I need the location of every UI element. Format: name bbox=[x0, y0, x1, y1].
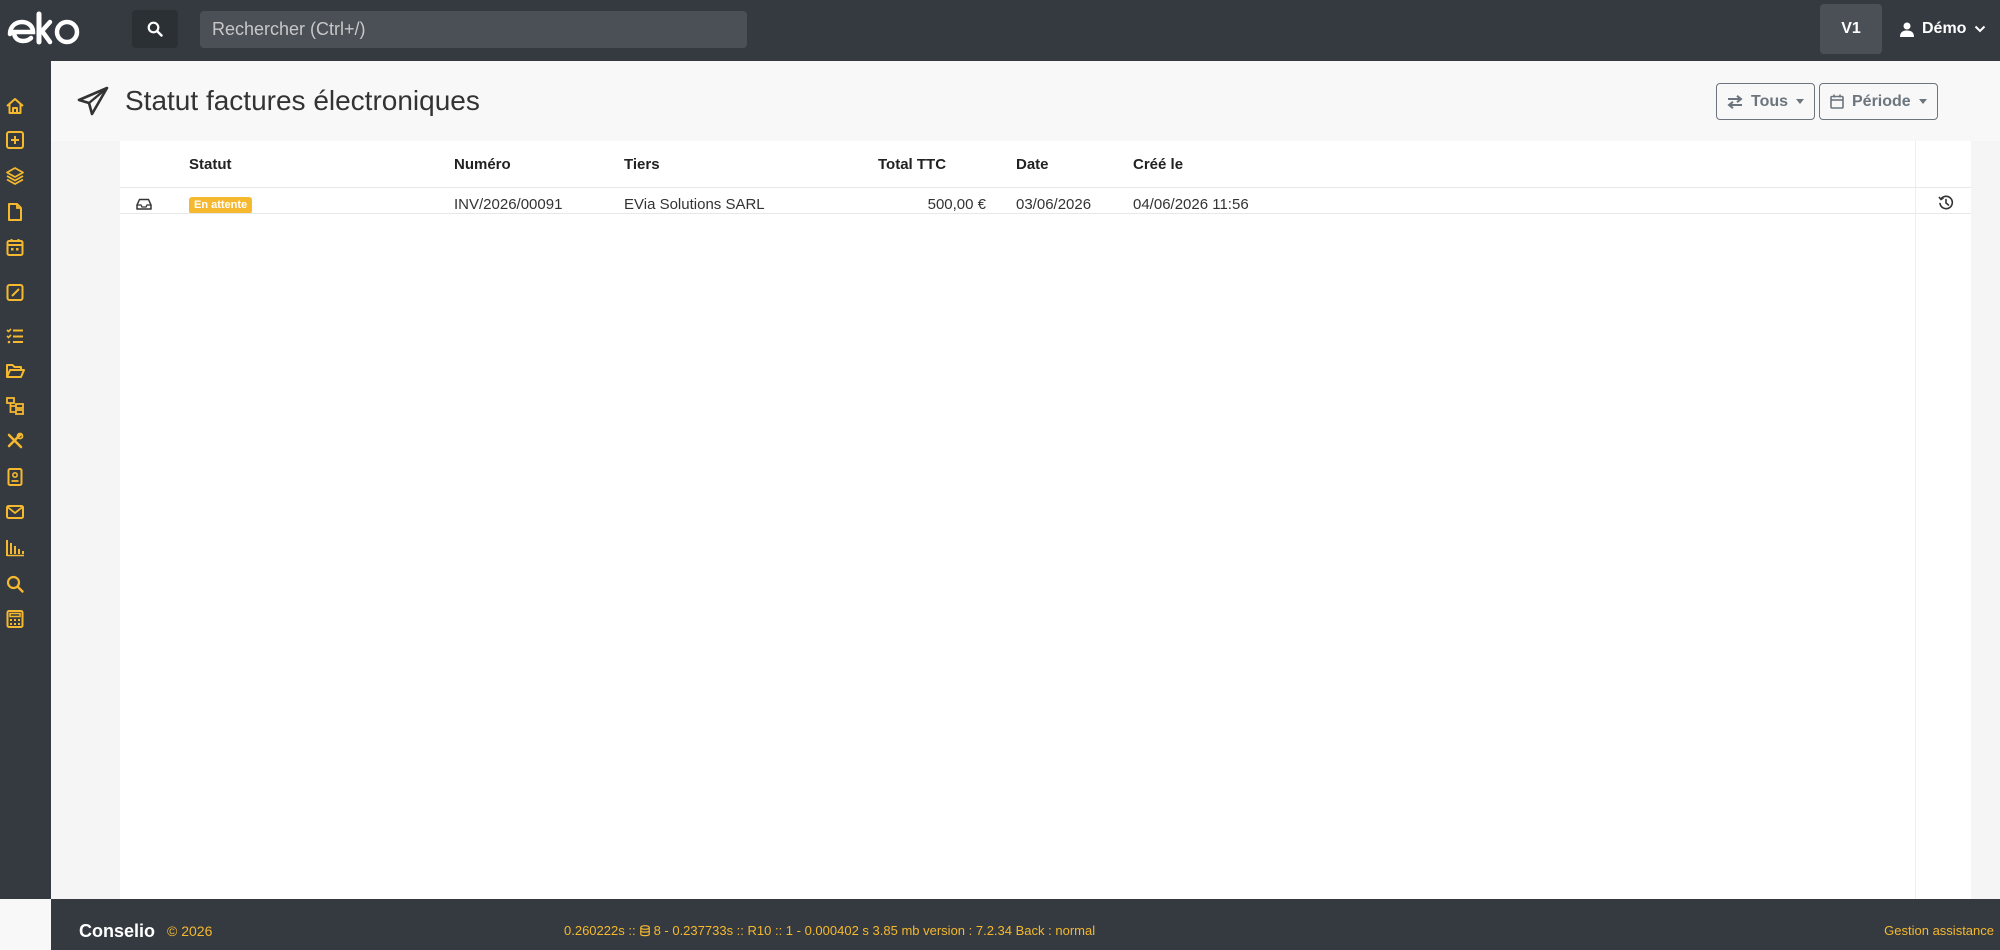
table-actions-column bbox=[1915, 141, 1971, 899]
sitemap-icon[interactable] bbox=[4, 395, 26, 417]
page-title: Statut factures électroniques bbox=[125, 85, 480, 116]
layers-icon[interactable] bbox=[4, 165, 26, 187]
debug-timing: 0.260222s :: bbox=[564, 923, 636, 938]
sidebar bbox=[0, 61, 51, 899]
column-header-number[interactable]: Numéro bbox=[454, 156, 511, 173]
cell-date: 03/06/2026 bbox=[1016, 196, 1092, 213]
calendar-icon[interactable] bbox=[4, 236, 26, 258]
top-bar: V1 Démo bbox=[0, 0, 2000, 61]
status-badge: En attente bbox=[189, 197, 253, 214]
footer-debug-info: 0.260222s :: 8 - 0.237733s :: R10 :: 1 -… bbox=[564, 923, 1095, 938]
support-link[interactable]: Gestion assistance bbox=[1884, 923, 1994, 938]
footer-copyright: © 2026 bbox=[167, 923, 213, 939]
calculator-icon[interactable] bbox=[4, 608, 26, 630]
search-button[interactable] bbox=[132, 10, 178, 48]
list-check-icon[interactable] bbox=[4, 325, 26, 347]
period-dropdown-button[interactable]: Période bbox=[1819, 83, 1938, 120]
cell-number: INV/2026/00091 bbox=[454, 196, 563, 213]
version-button[interactable]: V1 bbox=[1820, 4, 1882, 54]
column-header-third-party[interactable]: Tiers bbox=[624, 156, 660, 173]
calendar-icon bbox=[1830, 94, 1844, 109]
filter-dropdown-button[interactable]: Tous bbox=[1716, 83, 1816, 120]
search-icon[interactable] bbox=[4, 573, 26, 595]
table-row-divider bbox=[120, 213, 1971, 214]
page-header: Statut factures électroniques Tous Pério… bbox=[51, 61, 2000, 141]
period-label: Période bbox=[1852, 92, 1911, 110]
cell-third-party: EVia Solutions SARL bbox=[624, 196, 765, 213]
history-icon[interactable] bbox=[1938, 195, 1954, 211]
footer-brand[interactable]: Conselio bbox=[79, 921, 155, 942]
home-icon[interactable] bbox=[4, 95, 26, 117]
user-name: Démo bbox=[1922, 20, 1967, 37]
paper-plane-icon bbox=[77, 86, 109, 116]
column-header-total[interactable]: Total TTC bbox=[878, 156, 946, 173]
user-icon bbox=[1900, 22, 1914, 37]
debug-stats: 8 - 0.237733s :: R10 :: 1 - 0.000402 s 3… bbox=[653, 923, 1096, 938]
cell-created: 04/06/2026 11:56 bbox=[1133, 196, 1249, 213]
envelope-icon[interactable] bbox=[4, 501, 26, 523]
column-header-date[interactable]: Date bbox=[1016, 156, 1049, 173]
folder-open-icon[interactable] bbox=[4, 360, 26, 382]
file-icon[interactable] bbox=[4, 201, 26, 223]
filter-label: Tous bbox=[1751, 92, 1789, 110]
chevron-down-icon bbox=[1975, 25, 1986, 33]
eko-logo[interactable] bbox=[6, 8, 86, 52]
page-title-area: Statut factures électroniques bbox=[77, 85, 480, 117]
exchange-icon bbox=[1727, 94, 1743, 109]
cell-total: 500,00 € bbox=[927, 196, 986, 213]
caret-down-icon bbox=[1918, 99, 1927, 104]
table-header-divider bbox=[120, 187, 1971, 188]
caret-down-icon bbox=[1796, 99, 1805, 104]
tools-icon[interactable] bbox=[4, 430, 26, 452]
edit-square-icon[interactable] bbox=[4, 281, 26, 303]
database-icon bbox=[639, 924, 650, 936]
inbox-icon[interactable] bbox=[136, 197, 152, 211]
bar-chart-icon[interactable] bbox=[4, 537, 26, 559]
column-header-created[interactable]: Créé le bbox=[1133, 156, 1183, 173]
column-header-status[interactable]: Statut bbox=[189, 156, 232, 173]
table-panel bbox=[120, 141, 1916, 899]
search-input[interactable] bbox=[200, 11, 747, 48]
user-menu[interactable]: Démo bbox=[1900, 16, 1986, 42]
contact-book-icon[interactable] bbox=[4, 466, 26, 488]
search-icon bbox=[147, 21, 163, 37]
plus-square-icon[interactable] bbox=[4, 129, 26, 151]
footer: Conselio © 2026 0.260222s :: 8 - 0.23773… bbox=[51, 899, 2000, 950]
